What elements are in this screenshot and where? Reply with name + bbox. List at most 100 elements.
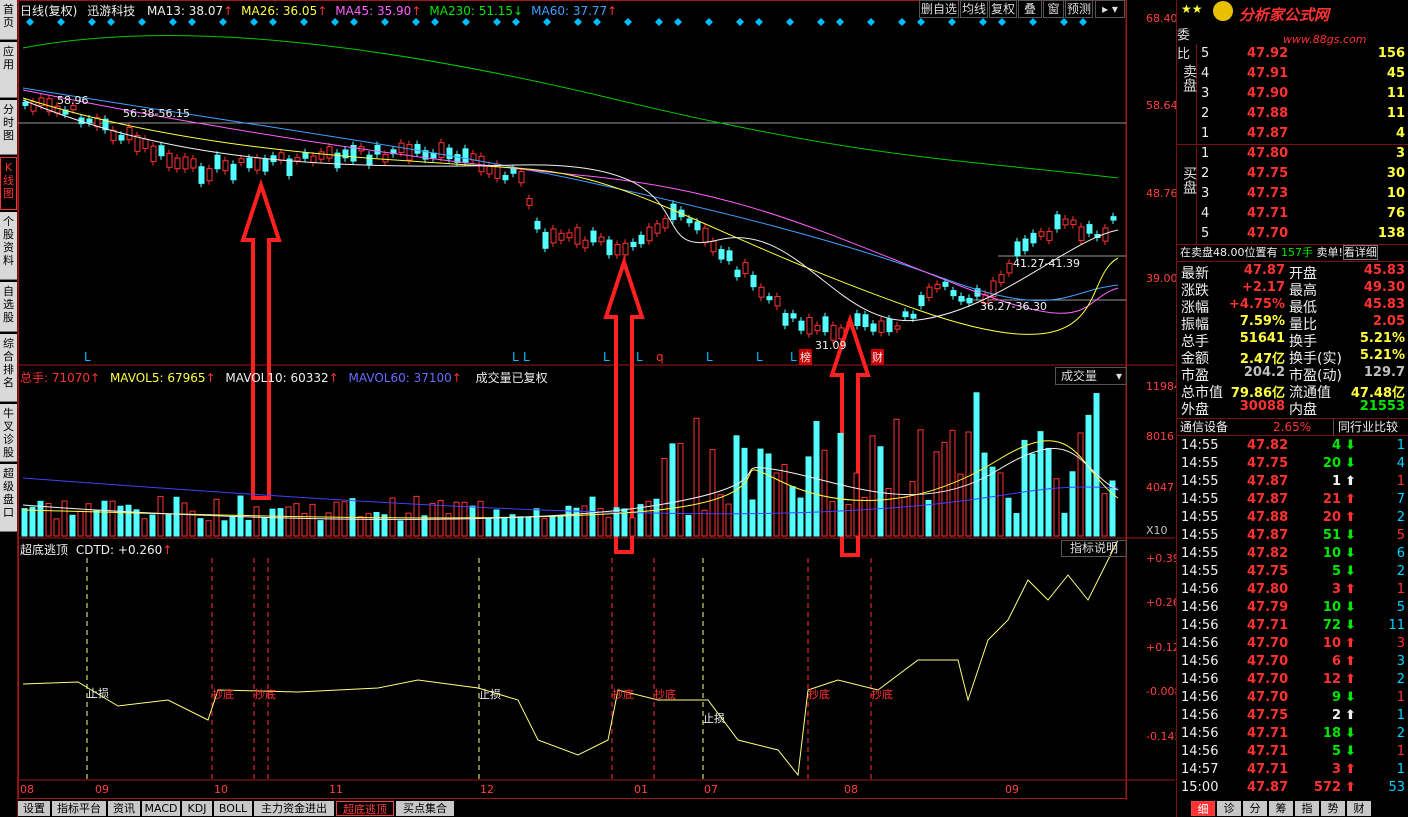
moving-average-line <box>22 97 1119 335</box>
tick-time: 14:56 <box>1181 726 1219 741</box>
bottom-tab[interactable]: 设置 <box>18 801 50 816</box>
signal-diamond-icon <box>250 18 258 26</box>
menu-arrow-icon[interactable]: ▸ ▾ <box>1095 0 1125 18</box>
candle-body <box>230 163 237 181</box>
bottom-tab[interactable]: 指标平台 <box>52 801 106 816</box>
bottom-tab[interactable]: KDJ <box>182 801 212 816</box>
volume-bar <box>181 502 188 537</box>
order-level: 3 <box>1201 186 1210 201</box>
toolbar-button[interactable]: 叠 <box>1018 0 1042 18</box>
toolbar-button[interactable]: 均线 <box>960 0 988 18</box>
down-arrow-icon: ⬇ <box>1345 744 1356 759</box>
right-tab[interactable]: 财 <box>1347 801 1371 816</box>
buy-order-row[interactable]: 3 47.73 10 <box>1177 186 1408 206</box>
tick-volume: 10 <box>1322 600 1341 615</box>
candle-body <box>174 157 181 170</box>
tick-time: 14:56 <box>1181 672 1219 687</box>
nav-tab[interactable]: 分时图 <box>0 100 17 155</box>
buy-order-row[interactable]: 2 47.75 30 <box>1177 166 1408 186</box>
nav-tab[interactable]: 超级盘口 <box>0 464 17 532</box>
buy-order-row[interactable]: 5 47.70 138 <box>1177 226 1408 246</box>
tick-price: 47.71 <box>1247 744 1289 759</box>
bottom-tab[interactable]: 主力资金进出 <box>254 801 334 816</box>
signal-diamond-icon <box>898 18 906 26</box>
volume-bar <box>125 504 132 537</box>
order-alert[interactable]: 在卖盘48.00位置有 157手 卖单!看详细 <box>1177 244 1408 262</box>
nav-tab[interactable]: 自选股 <box>0 282 17 332</box>
industry-pct: 2.65% <box>1273 420 1312 434</box>
logo-icon <box>1213 1 1233 21</box>
nav-tab[interactable]: 应用 <box>0 42 17 98</box>
volume-select[interactable]: 成交量 ▾ <box>1055 367 1127 385</box>
candle-body <box>590 230 597 243</box>
tick-price: 47.87 <box>1247 474 1289 489</box>
tick-volume: 20 <box>1322 510 1341 525</box>
bottom-tab[interactable]: MACD <box>142 801 180 816</box>
toolbar-button[interactable]: 预测 <box>1065 0 1093 18</box>
industry-compare-button[interactable]: 同行业比较 <box>1333 419 1398 435</box>
tick-row: 14:55 47.87 21 ⬆ 7 <box>1177 492 1408 510</box>
right-tab[interactable]: 指 <box>1295 801 1319 816</box>
industry-bar: 通信设备 2.65% 同行业比较 <box>1177 418 1408 436</box>
volume-bar <box>533 508 540 537</box>
period-label[interactable]: 日线(复权) <box>20 4 77 18</box>
buy-order-row[interactable]: 1 47.80 3 <box>1177 146 1408 166</box>
bottom-tab[interactable]: 买点集合 <box>396 801 454 816</box>
right-tab[interactable]: 筹 <box>1269 801 1293 816</box>
volume-bar <box>973 392 980 537</box>
bottom-tab[interactable]: BOLL <box>214 801 252 816</box>
volume-bar <box>389 497 396 537</box>
sell-order-row[interactable]: 3 47.90 11 <box>1177 86 1408 106</box>
sell-order-row[interactable]: 1 47.87 4 <box>1177 126 1408 146</box>
candle-body <box>806 316 813 335</box>
order-detail-link[interactable]: 看详细 <box>1342 245 1378 260</box>
sell-order-row[interactable]: 2 47.88 11 <box>1177 106 1408 126</box>
candle-body <box>614 243 621 256</box>
nav-tab[interactable]: 个股资料 <box>0 212 17 280</box>
right-tab[interactable]: 诊 <box>1217 801 1241 816</box>
toolbar-button[interactable]: 复权 <box>989 0 1017 18</box>
nav-tab[interactable]: 首页 <box>0 0 17 40</box>
candle-body <box>366 154 373 166</box>
tick-count: 1 <box>1396 762 1405 777</box>
sell-order-row[interactable]: 4 47.91 45 <box>1177 66 1408 86</box>
bottom-tab[interactable]: 超底逃顶 <box>336 801 394 816</box>
chart-canvas[interactable]: L L L L L L L Lq <box>18 0 1175 800</box>
right-tab[interactable]: 分 <box>1243 801 1267 816</box>
order-volume: 11 <box>1386 106 1405 121</box>
candle-body <box>382 153 389 163</box>
signal-diamond-icon <box>836 18 844 26</box>
tick-time: 14:57 <box>1181 762 1219 777</box>
tick-time: 14:56 <box>1181 582 1219 597</box>
tick-row: 14:56 47.70 10 ⬆ 3 <box>1177 636 1408 654</box>
nav-tab[interactable]: K线图 <box>0 157 17 210</box>
finance-marker[interactable]: 财 <box>871 349 884 365</box>
down-arrow-icon: ⬇ <box>1345 690 1356 705</box>
tick-volume: 51 <box>1322 528 1341 543</box>
toolbar-button[interactable]: 窗 <box>1043 0 1064 18</box>
volume-bar <box>789 486 796 537</box>
right-tab[interactable]: 势 <box>1321 801 1345 816</box>
tick-volume: 2 <box>1331 708 1341 723</box>
volume-bar <box>605 516 612 537</box>
sell-order-row[interactable]: 5 47.92 156 <box>1177 46 1408 66</box>
tick-volume: 9 <box>1331 690 1341 705</box>
right-tab[interactable]: 细 <box>1191 801 1215 816</box>
signal-diamond-icon <box>169 18 177 26</box>
logo-bar: ★★ 分析家公式网 <box>1177 0 1408 24</box>
signal-diamond-icon <box>674 18 682 26</box>
signal-diamond-icon <box>512 18 520 26</box>
quote-panel: ★★ 分析家公式网 www.88gs.com 委比 卖盘 买盘 5 47.92 15… <box>1176 0 1408 817</box>
volume-bar <box>93 510 100 537</box>
nav-tab[interactable]: 牛叉诊股 <box>0 404 17 462</box>
quote-value: 5.21% <box>1359 331 1405 346</box>
toolbar-button[interactable]: 删自选 <box>919 0 959 18</box>
candle-body <box>510 167 517 174</box>
buy-order-row[interactable]: 4 47.71 76 <box>1177 206 1408 226</box>
rank-marker[interactable]: 榜 <box>799 349 812 365</box>
quote-row: 振幅 7.59% 量比 2.05 <box>1177 314 1408 333</box>
nav-tab[interactable]: 综合排名 <box>0 334 17 402</box>
bottom-tab[interactable]: 资讯 <box>108 801 140 816</box>
kline-chart-area[interactable]: LLLLLLLLq 日线(复权) 迅游科技 MA13: 38.07↑ MA26: … <box>18 0 1187 800</box>
indicator-help-button[interactable]: 指标说明 <box>1061 540 1127 557</box>
